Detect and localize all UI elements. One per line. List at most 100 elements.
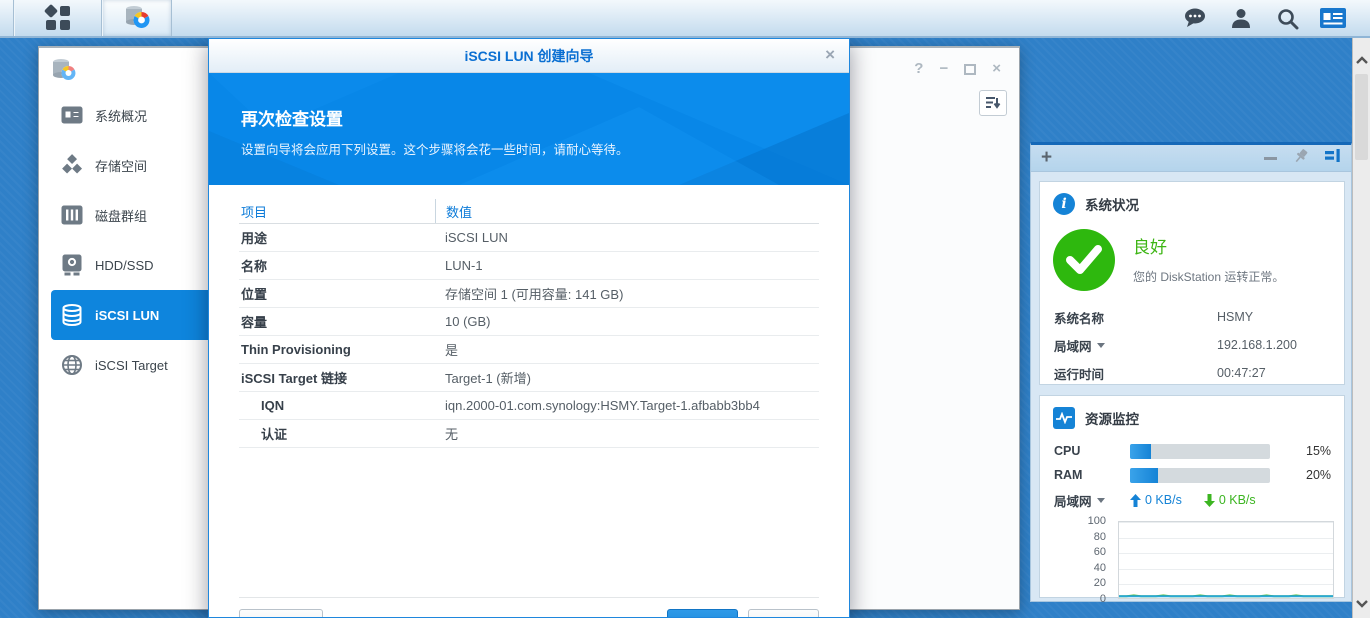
apply-button[interactable]: 应用 [666,609,738,617]
row-label: Thin Provisioning [241,342,351,357]
ram-label: RAM [1054,468,1083,482]
iscsi-target-icon [61,354,83,376]
close-button[interactable]: × [992,61,1001,76]
search-icon[interactable] [1274,5,1300,31]
user-icon[interactable] [1228,5,1254,31]
row-label: 用途 [241,231,268,246]
dialog-close-icon[interactable]: × [825,46,835,64]
chevron-down-icon [1096,497,1105,503]
chevron-down-icon [1096,342,1105,348]
minimize-button[interactable]: − [939,61,948,76]
taskbar [0,0,1370,38]
sidebar-item-disk-group[interactable]: 磁盘群组 [39,190,208,240]
row-label: 容量 [241,315,268,330]
sidebar-item-label: iSCSI LUN [95,307,160,323]
taskbar-right-icons [1182,0,1370,36]
maximize-button[interactable] [964,63,977,75]
storage-volume-icon [61,154,83,176]
gridline [1119,568,1333,570]
system-overview-icon [61,104,83,126]
banner-description: 设置向导将会应用下列设置。这个步骤将会花一些时间，请耐心等待。 [241,143,629,157]
review-settings-table: 项目 数值 用途 iSCSI LUN 名称 LUN-1 位置 存储空间 1 (可… [239,199,819,448]
table-header-row: 项目 数值 [239,199,819,224]
field-label: 运行时间 [1054,367,1105,382]
table-row: 用途 iSCSI LUN [239,224,819,252]
health-status: 良好 [1133,238,1167,257]
pin-icon[interactable] [1293,148,1309,169]
widget-panel-header: + [1031,145,1351,172]
column-header-value[interactable]: 数值 [435,199,819,223]
panel-dock-icon[interactable] [1325,148,1341,168]
sidebar-menu: 系统概况 存储空间 磁盘群组 HDD/SSD iSCSI LUN iSCSI T… [39,90,208,390]
disk-group-icon [61,204,83,226]
field-label: 系统名称 [1054,311,1105,326]
main-menu-button[interactable] [14,0,102,36]
lan-dropdown[interactable]: 局域网 [1054,336,1217,355]
table-row: 认证 无 [239,420,819,448]
desktop-scrollbar[interactable] [1352,38,1370,618]
ram-percent: 20% [1306,468,1332,482]
row-value: iqn.2000-01.com.synology:HSMY.Target-1.a… [445,398,760,413]
help-button[interactable]: ? [914,61,923,76]
cpu-row: CPU 15% [1040,439,1344,463]
scroll-up-icon[interactable] [1355,54,1369,68]
lan-traffic-dropdown[interactable]: 局域网 [1054,491,1130,510]
system-health-widget: i 系统状况 良好 您的 DiskStation 运转正常。 系统名称 HSMY… [1039,181,1345,385]
row-label: IQN [261,398,285,413]
y-tick-label: 20 [1093,577,1106,590]
uptime-row: 运行时间 00:47:27 [1040,359,1344,387]
chart-y-axis: 100 80 60 40 20 0 [1040,515,1112,605]
sidebar-item-iscsi-lun[interactable]: iSCSI LUN [51,290,208,340]
back-button[interactable]: 上一步 [239,609,323,617]
iscsi-lun-wizard-dialog: iSCSI LUN 创建向导 × 再次检查设置 设置向导将会应用下列设置。这个步… [208,38,850,618]
row-value: LUN-1 [445,258,483,273]
storage-manager-task-button[interactable] [102,0,172,36]
sidebar-item-iscsi-target[interactable]: iSCSI Target [39,340,208,390]
chat-icon[interactable] [1182,5,1208,31]
dialog-title: iSCSI LUN 创建向导 [464,47,594,64]
sidebar-item-storage-volume[interactable]: 存储空间 [39,140,208,190]
table-row: IQN iqn.2000-01.com.synology:HSMY.Target… [239,392,819,420]
banner-heading: 再次检查设置 [241,110,343,129]
taskbar-left-segment [0,0,14,36]
chart-plot-area [1118,521,1334,599]
upload-arrow-icon [1130,493,1141,507]
sidebar-item-hdd-ssd[interactable]: HDD/SSD [39,240,208,290]
download-rate: 0 KB/s [1203,493,1256,507]
system-name-row: 系统名称 HSMY [1040,303,1344,331]
collapse-panel-icon[interactable] [1264,156,1277,160]
status-ok-icon [1053,229,1115,291]
upload-rate: 0 KB/s [1130,493,1182,507]
dialog-titlebar[interactable]: iSCSI LUN 创建向导 × [209,39,849,73]
scrollbar-thumb[interactable] [1355,74,1368,160]
gridline [1119,537,1333,539]
row-value: iSCSI LUN [445,230,508,245]
row-label: 名称 [241,259,268,274]
health-description: 您的 DiskStation 运转正常。 [1133,270,1285,284]
field-label: 局域网 [1054,339,1092,354]
storage-manager-sidebar: 系统概况 存储空间 磁盘群组 HDD/SSD iSCSI LUN iSCSI T… [39,48,209,609]
cpu-label: CPU [1054,444,1081,458]
ram-bar [1130,467,1270,483]
field-value: HSMY [1217,310,1254,324]
sidebar-item-label: 存储空间 [95,158,148,174]
window-controls: ? − × [914,61,1001,76]
footer-divider [239,597,819,598]
sidebar-item-system-overview[interactable]: 系统概况 [39,90,208,140]
table-row: Thin Provisioning 是 [239,336,819,364]
row-value: 10 (GB) [445,314,491,329]
scroll-down-icon[interactable] [1355,596,1369,610]
y-tick-label: 100 [1087,515,1106,527]
lan-traffic-row: 局域网 0 KB/s 0 KB/s [1040,487,1344,513]
sidebar-item-label: 系统概况 [95,108,148,124]
add-widget-button[interactable]: + [1041,148,1052,168]
row-value: 存储空间 1 (可用容量: 141 GB) [445,287,624,302]
cpu-bar [1130,443,1270,459]
table-row: iSCSI Target 链接 Target-1 (新增) [239,364,819,392]
field-value: 192.168.1.200 [1217,338,1297,352]
column-header-item[interactable]: 项目 [239,202,435,221]
sort-button[interactable] [979,90,1007,116]
dialog-body: 项目 数值 用途 iSCSI LUN 名称 LUN-1 位置 存储空间 1 (可… [209,185,849,448]
cancel-button[interactable]: 取消 [747,609,819,617]
widgets-panel-icon[interactable] [1320,5,1346,31]
